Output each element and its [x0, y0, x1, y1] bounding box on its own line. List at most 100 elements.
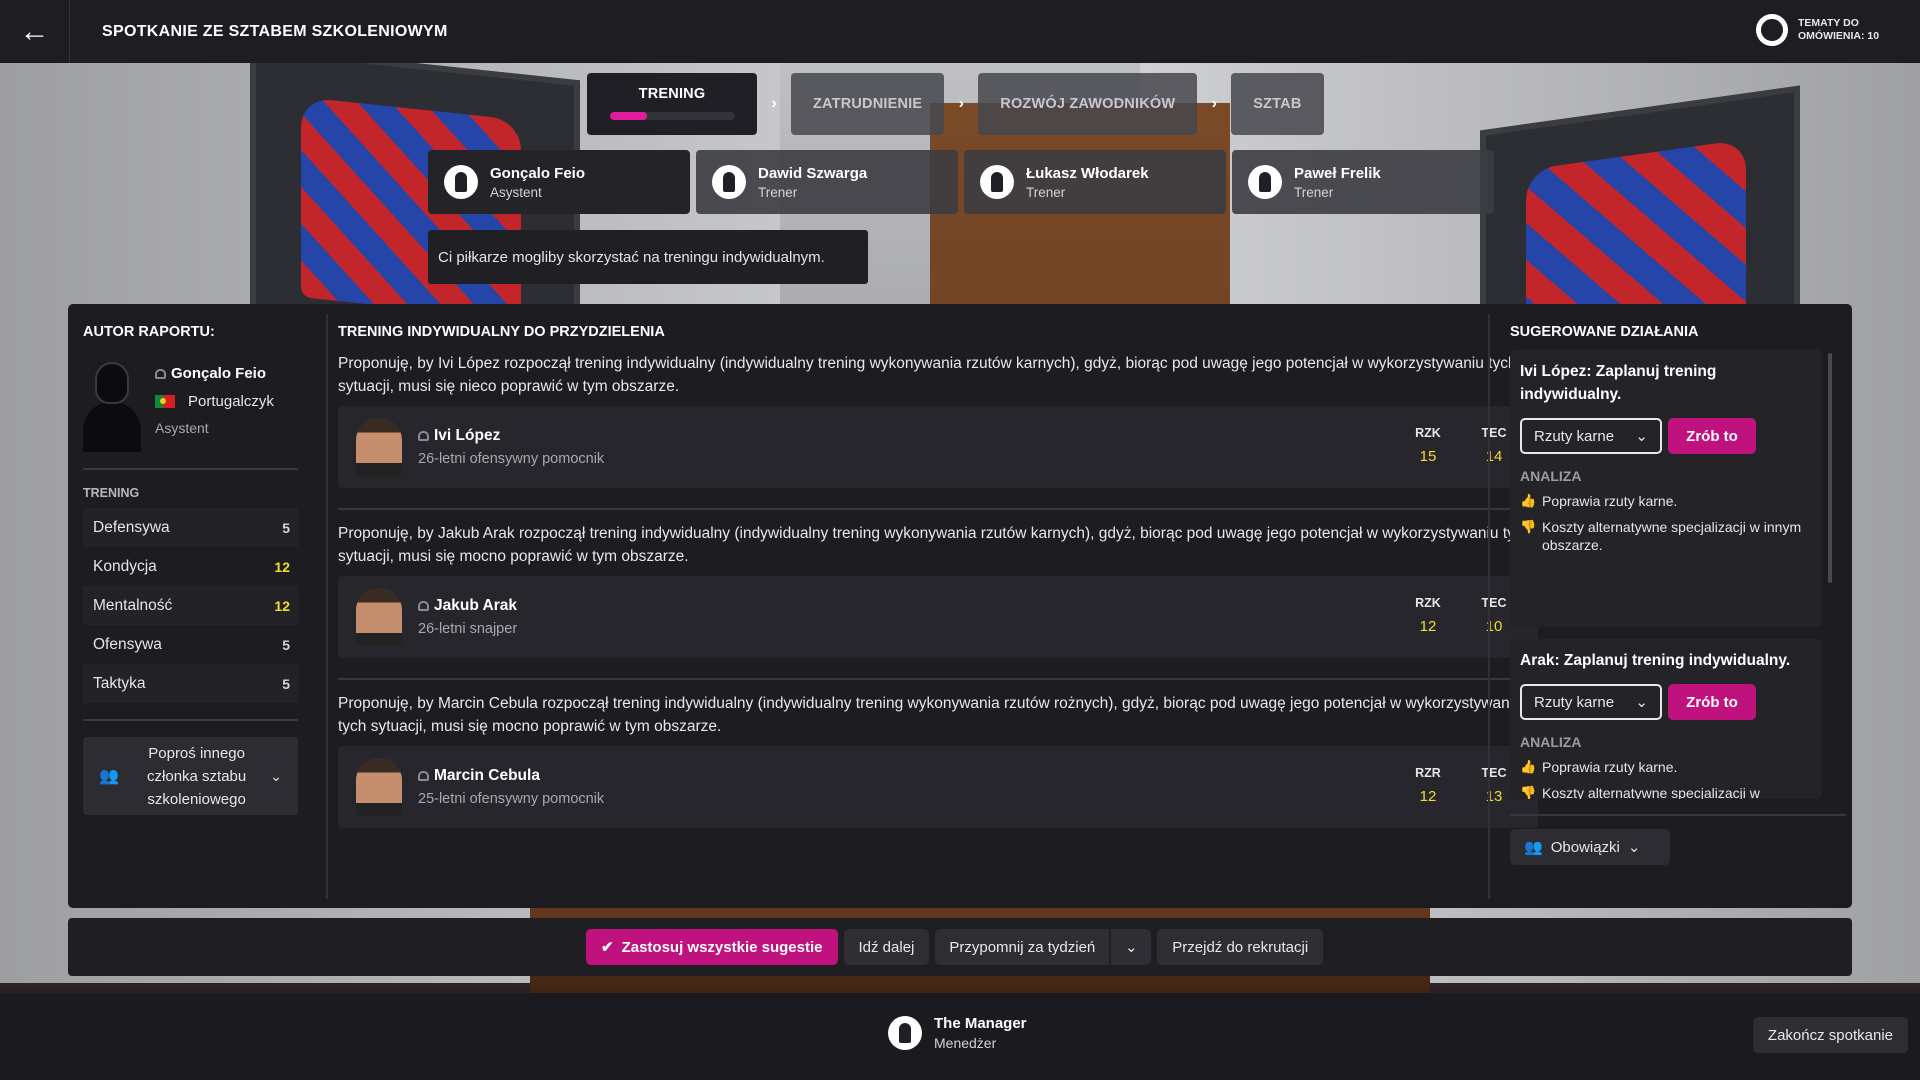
training-row: Mentalność 12 — [83, 586, 298, 625]
player-card[interactable]: Jakub Arak 26-letni snajper RZK 12 TEC 10 — [338, 576, 1538, 658]
section-title: TRENING INDYWIDUALNY DO PRZYDZIELENIA — [338, 324, 665, 340]
do-it-button[interactable]: Zrób to — [1668, 684, 1756, 720]
go-to-recruitment-button[interactable]: Przejdź do rekrutacji — [1157, 929, 1324, 965]
player-attributes: RZR 12 TEC 13 — [1415, 766, 1507, 805]
staff-tooltip: Ci piłkarze mogliby skorzystać na trenin… — [428, 230, 868, 284]
chevron-right-icon: › — [771, 95, 777, 112]
checkmark-icon: ✔ — [601, 939, 614, 956]
thumbs-up-icon: 👍 — [1520, 493, 1537, 508]
progress-ring-icon — [1756, 14, 1788, 46]
staff-card[interactable]: Paweł Frelik Trener — [1232, 150, 1494, 214]
author-role: Asystent — [155, 420, 209, 436]
lock-icon — [418, 771, 429, 781]
nationality: Portugalczyk — [155, 393, 274, 410]
divider — [326, 314, 328, 899]
duties-button[interactable]: 👥 Obowiązki ⌄ — [1510, 829, 1670, 865]
player-card[interactable]: Marcin Cebula 25-letni ofensywny pomocni… — [338, 746, 1538, 828]
training-list: Defensywa 5 Kondycja 12 Mentalność 12 Ofens… — [83, 508, 298, 703]
manager-name: The Manager — [934, 1015, 1027, 1032]
page-title: SPOTKANIE ZE SZTABEM SZKOLENIOWYM — [102, 22, 448, 40]
topics-label: TEMATY DO OMÓWIENIA: 10 — [1798, 17, 1880, 42]
player-description: 25-letni ofensywny pomocnik — [418, 791, 605, 807]
topics-indicator: TEMATY DO OMÓWIENIA: 10 — [1756, 14, 1902, 46]
training-heading: TRENING — [83, 486, 140, 500]
person-icon — [712, 165, 746, 199]
report-author-column: AUTOR RAPORTU: Gonçalo Feio Portugalczyk… — [83, 324, 298, 815]
person-icon — [444, 165, 478, 199]
people-icon: 👥 — [1524, 839, 1543, 856]
staff-card[interactable]: Gonçalo Feio Asystent — [428, 150, 690, 214]
tab-rozwoj-zawodnikow[interactable]: ROZWÓJ ZAWODNIKÓW — [978, 73, 1198, 135]
report-panel: AUTOR RAPORTU: Gonçalo Feio Portugalczyk… — [68, 304, 1852, 908]
chevron-down-icon[interactable]: ⌄ — [1111, 938, 1151, 956]
next-button[interactable]: Idź dalej — [843, 929, 930, 965]
tab-sztab[interactable]: SZTAB — [1231, 73, 1324, 135]
stage-progress-bar — [609, 112, 735, 120]
back-arrow-icon[interactable]: ← — [0, 0, 70, 63]
player-card[interactable]: Ivi López 26-letni ofensywny pomocnik RZ… — [338, 406, 1538, 488]
chevron-down-icon: ⌄ — [270, 767, 282, 784]
people-icon: 👥 — [99, 767, 119, 785]
end-meeting-button[interactable]: Zakończ spotkanie — [1752, 1017, 1908, 1053]
thumbs-down-icon: 👎 — [1520, 785, 1537, 799]
tab-trening[interactable]: TRENING — [587, 73, 757, 135]
person-icon — [888, 1016, 922, 1050]
portugal-flag-icon — [155, 395, 175, 408]
person-icon — [980, 165, 1014, 199]
ask-other-staff-button[interactable]: 👥 Poproś innego członka sztabu szkolenio… — [83, 737, 298, 815]
divider — [1488, 314, 1490, 899]
footer: The Manager Menedżer Zakończ spotkanie — [0, 993, 1920, 1080]
player-attributes: RZK 12 TEC 10 — [1415, 596, 1507, 635]
recommendation: Proponuję, by Ivi López rozpoczął trenin… — [338, 352, 1538, 488]
thumbs-up-icon: 👍 — [1520, 759, 1537, 774]
player-attributes: RZK 15 TEC 14 — [1415, 426, 1507, 465]
do-it-button[interactable]: Zrób to — [1668, 418, 1756, 454]
chevron-down-icon: ⌄ — [1635, 694, 1648, 711]
thumbs-down-icon: 👎 — [1520, 519, 1537, 534]
author-info: Gonçalo Feio Portugalczyk Asystent — [83, 362, 298, 452]
manager-info: The Manager Menedżer — [888, 1015, 1027, 1051]
divider — [83, 719, 298, 721]
chevron-right-icon: › — [1211, 95, 1217, 112]
player-photo — [356, 588, 402, 646]
player-photo — [356, 758, 402, 816]
training-row: Kondycja 12 — [83, 547, 298, 586]
report-author-title: AUTOR RAPORTU: — [83, 324, 215, 340]
suggestion-card: Ivi López: Zaplanuj trening indywidualny… — [1510, 350, 1822, 627]
section-title: SUGEROWANE DZIAŁANIA — [1510, 324, 1699, 340]
lock-icon — [155, 368, 166, 379]
player-name[interactable]: Ivi López — [434, 427, 500, 445]
player-description: 26-letni snajper — [418, 621, 518, 637]
divider — [338, 508, 1538, 510]
player-photo — [356, 418, 402, 476]
staff-card[interactable]: Dawid Szwarga Trener — [696, 150, 958, 214]
staff-selector: Gonçalo Feio Asystent Dawid Szwarga Trener… — [428, 150, 1494, 214]
lock-icon — [418, 431, 429, 441]
tab-label: TRENING — [638, 86, 706, 102]
divider — [83, 468, 298, 470]
player-name[interactable]: Marcin Cebula — [434, 767, 540, 785]
person-icon — [1248, 165, 1282, 199]
apply-all-button[interactable]: ✔ Zastosuj wszystkie sugestie — [586, 929, 838, 965]
recommendation: Proponuję, by Marcin Cebula rozpoczął tr… — [338, 692, 1538, 828]
suggested-actions-column: SUGEROWANE DZIAŁANIA Ivi López: Zaplanuj… — [1510, 324, 1840, 799]
training-type-select[interactable]: Rzuty karne ⌄ — [1520, 418, 1662, 454]
tab-zatrudnienie[interactable]: ZATRUDNIENIE — [791, 73, 945, 135]
training-row: Defensywa 5 — [83, 508, 298, 547]
divider — [1510, 814, 1846, 816]
author-name[interactable]: Gonçalo Feio — [155, 365, 274, 382]
divider — [338, 678, 1538, 680]
action-bar: ✔ Zastosuj wszystkie sugestie Idź dalej P… — [68, 918, 1852, 976]
top-bar: ← SPOTKANIE ZE SZTABEM SZKOLENIOWYM TEMA… — [0, 0, 1920, 63]
chevron-down-icon: ⌄ — [1635, 428, 1648, 445]
manager-role: Menedżer — [934, 1035, 997, 1051]
suggestion-card: Arak: Zaplanuj trening indywidualny. Rzu… — [1510, 639, 1822, 799]
staff-card[interactable]: Łukasz Włodarek Trener — [964, 150, 1226, 214]
remind-split-button: Przypomnij za tydzień ⌄ — [935, 929, 1152, 965]
training-type-select[interactable]: Rzuty karne ⌄ — [1520, 684, 1662, 720]
player-name[interactable]: Jakub Arak — [434, 597, 517, 615]
suggestions-scrollbar[interactable] — [1828, 353, 1832, 583]
training-row: Ofensywa 5 — [83, 625, 298, 664]
chevron-down-icon: ⌄ — [1627, 839, 1641, 856]
remind-button[interactable]: Przypomnij za tydzień — [935, 929, 1112, 965]
